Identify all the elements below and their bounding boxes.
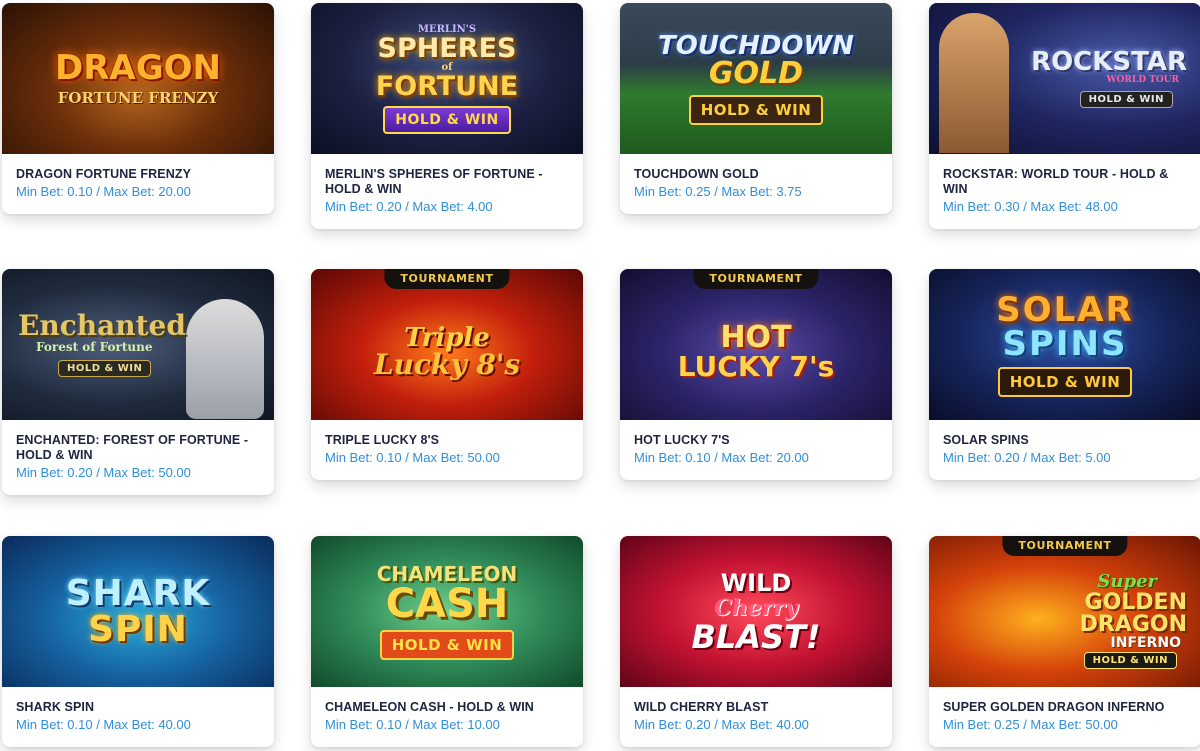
game-thumbnail[interactable]: MERLIN'S SPHERES of FORTUNE HOLD & WIN — [311, 3, 583, 154]
game-thumbnail[interactable]: SHARK SPIN — [2, 536, 274, 687]
tournament-banner: TOURNAMENT — [384, 269, 510, 289]
game-card-touchdown-gold[interactable]: TOUCHDOWN GOLD HOLD & WIN TOUCHDOWN GOLD… — [620, 3, 892, 214]
game-logo-line: WILD — [720, 568, 792, 597]
game-thumbnail[interactable]: DRAGON FORTUNE FRENZY — [2, 3, 274, 154]
game-logo-line: TOUCHDOWN — [658, 30, 854, 61]
bet-range: Min Bet: 0.30 / Max Bet: 48.00 — [943, 199, 1118, 214]
game-thumbnail[interactable]: TOURNAMENT Triple Lucky 8's — [311, 269, 583, 420]
game-logo-line: SOLAR — [996, 289, 1134, 330]
game-title[interactable]: TOUCHDOWN GOLD — [634, 167, 878, 182]
game-logo-line: SPIN — [88, 608, 188, 650]
game-thumbnail[interactable]: ROCKSTAR WORLD TOUR HOLD & WIN — [929, 3, 1200, 154]
game-logo-line: WORLD TOUR — [1106, 75, 1179, 85]
game-card-dragon-fortune-frenzy[interactable]: DRAGON FORTUNE FRENZY DRAGON FORTUNE FRE… — [2, 3, 274, 214]
game-title[interactable]: TRIPLE LUCKY 8'S — [325, 433, 569, 448]
bet-range: Min Bet: 0.10 / Max Bet: 10.00 — [325, 717, 500, 732]
game-card-wild-cherry-blast[interactable]: WILD Cherry BLAST! WILD CHERRY BLAST Min… — [620, 536, 892, 747]
game-logo-line: GOLDEN — [1084, 589, 1187, 615]
game-logo-line: Enchanted — [18, 309, 186, 342]
game-logo-line: Triple — [404, 322, 490, 353]
game-logo-line: INFERNO — [1110, 634, 1181, 651]
game-card-chameleon-cash[interactable]: CHAMELEON CASH HOLD & WIN CHAMELEON CASH… — [311, 536, 583, 747]
hold-and-win-badge: HOLD & WIN — [1083, 651, 1177, 669]
game-logo-line: Super — [1097, 570, 1157, 592]
game-logo-line: FORTUNE FRENZY — [57, 88, 219, 107]
bet-range: Min Bet: 0.25 / Max Bet: 50.00 — [943, 717, 1118, 732]
game-logo-line: SHARK — [65, 572, 211, 614]
game-card-hot-lucky-7s[interactable]: TOURNAMENT HOT LUCKY 7's HOT LUCKY 7'S M… — [620, 269, 892, 480]
game-logo-line: FORTUNE — [375, 70, 519, 102]
hold-and-win-badge: HOLD & WIN — [379, 629, 515, 660]
game-logo-line: ROCKSTAR — [1031, 47, 1187, 77]
game-logo-line: SPINS — [1002, 323, 1128, 364]
bet-range: Min Bet: 0.20 / Max Bet: 40.00 — [634, 717, 809, 732]
game-card-merlins-spheres[interactable]: MERLIN'S SPHERES of FORTUNE HOLD & WIN M… — [311, 3, 583, 229]
game-thumbnail[interactable]: CHAMELEON CASH HOLD & WIN — [311, 536, 583, 687]
hold-and-win-badge: HOLD & WIN — [688, 94, 824, 125]
bet-range: Min Bet: 0.10 / Max Bet: 20.00 — [634, 450, 809, 465]
game-logo-line: GOLD — [708, 55, 804, 91]
game-logo-line: Lucky 8's — [373, 347, 521, 381]
game-title[interactable]: WILD CHERRY BLAST — [634, 700, 878, 715]
hold-and-win-badge: HOLD & WIN — [383, 105, 511, 134]
game-card-solar-spins[interactable]: SOLAR SPINS HOLD & WIN SOLAR SPINS Min B… — [929, 269, 1200, 480]
bet-range: Min Bet: 0.10 / Max Bet: 40.00 — [16, 717, 191, 732]
game-card-enchanted-forest[interactable]: Enchanted Forest of Fortune HOLD & WIN E… — [2, 269, 274, 495]
game-card-super-golden-dragon-inferno[interactable]: TOURNAMENT Super GOLDEN DRAGON INFERNO H… — [929, 536, 1200, 747]
game-thumbnail[interactable]: SOLAR SPINS HOLD & WIN — [929, 269, 1200, 420]
wizard-figure — [186, 299, 264, 419]
game-title[interactable]: CHAMELEON CASH - HOLD & WIN — [325, 700, 569, 715]
hold-and-win-badge: HOLD & WIN — [997, 366, 1133, 397]
game-logo-line: BLAST! — [691, 617, 821, 656]
bet-range: Min Bet: 0.10 / Max Bet: 20.00 — [16, 184, 191, 199]
game-logo-line: Cherry — [714, 594, 798, 621]
bet-range: Min Bet: 0.10 / Max Bet: 50.00 — [325, 450, 500, 465]
game-thumbnail[interactable]: TOURNAMENT Super GOLDEN DRAGON INFERNO H… — [929, 536, 1200, 687]
bet-range: Min Bet: 0.20 / Max Bet: 5.00 — [943, 450, 1111, 465]
bet-range: Min Bet: 0.20 / Max Bet: 4.00 — [325, 199, 493, 214]
game-logo-line: DRAGON — [1079, 611, 1187, 637]
tournament-banner: TOURNAMENT — [693, 269, 819, 289]
game-title[interactable]: SHARK SPIN — [16, 700, 260, 715]
game-title[interactable]: MERLIN'S SPHERES OF FORTUNE - HOLD & WIN — [325, 167, 569, 197]
tournament-banner: TOURNAMENT — [1002, 536, 1128, 556]
game-card-triple-lucky-8s[interactable]: TOURNAMENT Triple Lucky 8's TRIPLE LUCKY… — [311, 269, 583, 480]
game-title[interactable]: HOT LUCKY 7'S — [634, 433, 878, 448]
game-logo-line: Forest of Fortune — [36, 340, 153, 354]
game-title[interactable]: SUPER GOLDEN DRAGON INFERNO — [943, 700, 1187, 715]
hold-and-win-badge: HOLD & WIN — [58, 360, 152, 377]
game-card-shark-spin[interactable]: SHARK SPIN SHARK SPIN Min Bet: 0.10 / Ma… — [2, 536, 274, 747]
game-title[interactable]: SOLAR SPINS — [943, 433, 1187, 448]
rockstar-figure — [939, 13, 1009, 153]
game-logo-line: SPHERES — [377, 32, 517, 64]
game-logo-line: DRAGON — [55, 47, 221, 88]
bet-range: Min Bet: 0.20 / Max Bet: 50.00 — [16, 465, 191, 480]
game-title[interactable]: ENCHANTED: FOREST OF FORTUNE - HOLD & WI… — [16, 433, 260, 463]
game-title[interactable]: DRAGON FORTUNE FRENZY — [16, 167, 260, 182]
game-logo-line: HOT — [720, 319, 792, 355]
hold-and-win-badge: HOLD & WIN — [1079, 91, 1173, 108]
game-card-rockstar-world-tour[interactable]: ROCKSTAR WORLD TOUR HOLD & WIN ROCKSTAR:… — [929, 3, 1200, 229]
game-thumbnail[interactable]: Enchanted Forest of Fortune HOLD & WIN — [2, 269, 274, 420]
game-logo-line: LUCKY 7's — [677, 349, 835, 383]
game-logo-line: CASH — [385, 580, 509, 627]
game-thumbnail[interactable]: TOUCHDOWN GOLD HOLD & WIN — [620, 3, 892, 154]
bet-range: Min Bet: 0.25 / Max Bet: 3.75 — [634, 184, 802, 199]
game-thumbnail[interactable]: TOURNAMENT HOT LUCKY 7's — [620, 269, 892, 420]
game-thumbnail[interactable]: WILD Cherry BLAST! — [620, 536, 892, 687]
game-title[interactable]: ROCKSTAR: WORLD TOUR - HOLD & WIN — [943, 167, 1187, 197]
